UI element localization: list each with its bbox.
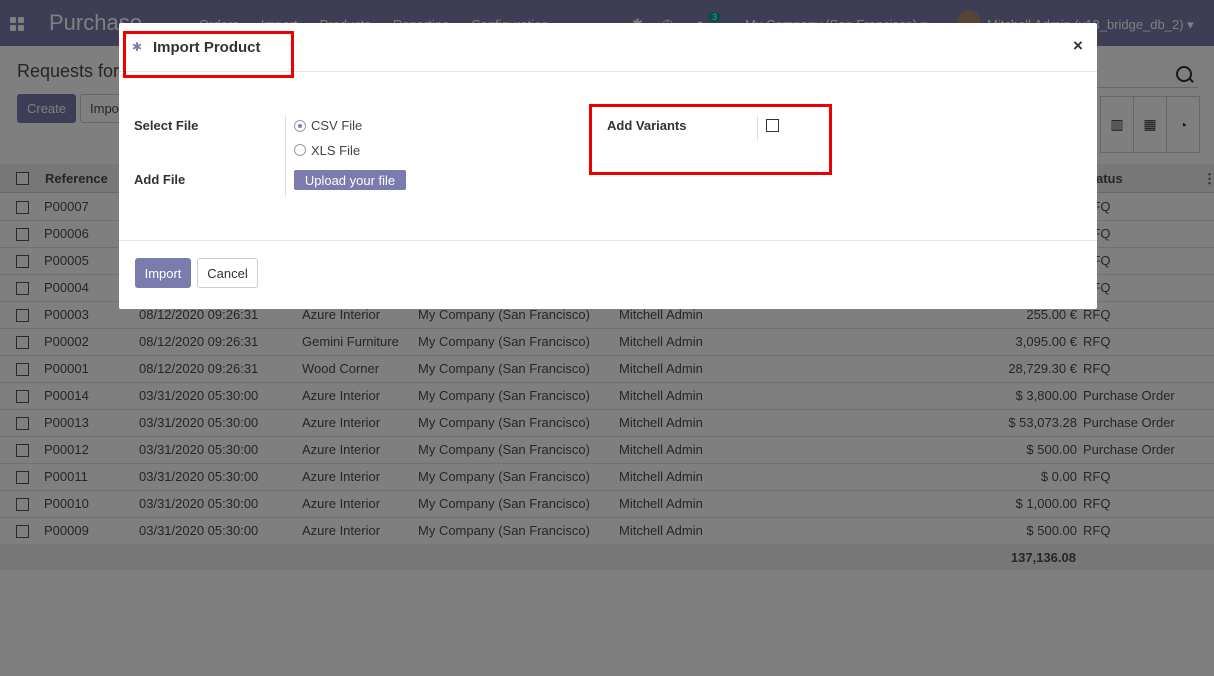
title-highlight-box (123, 31, 294, 78)
csv-radio-label[interactable]: CSV File (311, 118, 362, 133)
upload-file-button[interactable]: Upload your file (294, 170, 406, 190)
field-divider (285, 116, 286, 196)
xls-radio-label[interactable]: XLS File (311, 143, 360, 158)
dialog-footer: Import Cancel (119, 240, 1097, 310)
variants-highlight-box (589, 104, 832, 175)
import-product-dialog: ✱ Import Product × Select File CSV File … (119, 23, 1097, 309)
close-icon[interactable]: × (1073, 36, 1083, 56)
select-file-label: Select File (134, 118, 199, 133)
xls-radio[interactable] (294, 144, 306, 156)
cancel-button[interactable]: Cancel (197, 258, 258, 288)
csv-radio[interactable] (294, 120, 306, 132)
add-file-label: Add File (134, 172, 186, 187)
import-confirm-button[interactable]: Import (135, 258, 191, 288)
